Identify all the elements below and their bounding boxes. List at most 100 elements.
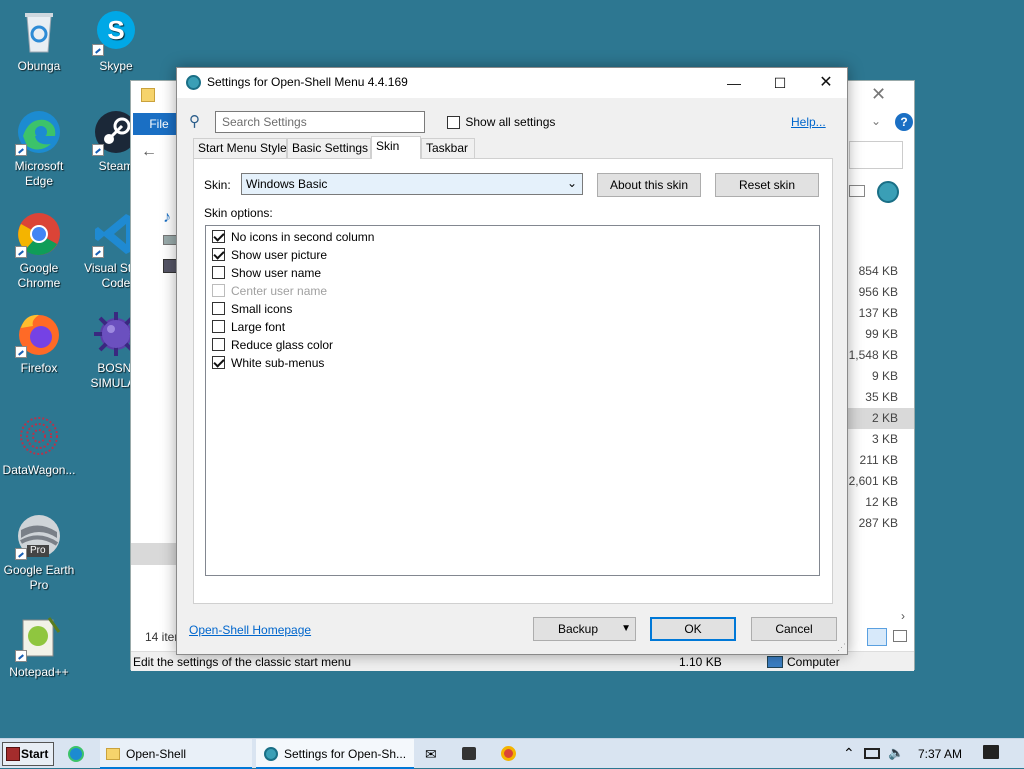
shortcut-arrow-icon	[92, 246, 104, 258]
checkbox[interactable]	[212, 302, 225, 315]
search-icon: ⚲	[189, 113, 200, 130]
music-icon: ♪	[163, 209, 171, 226]
pro-badge: Pro	[27, 545, 49, 557]
show-all-settings-label: Show all settings	[465, 115, 556, 129]
open-shell-icon	[877, 181, 899, 203]
tab-basic-settings[interactable]: Basic Settings	[287, 138, 371, 158]
taskbar-item-open-shell[interactable]: Open-Shell	[100, 739, 252, 769]
preview-pane-icon[interactable]	[849, 185, 865, 197]
desktop-icon-chrome[interactable]: Google Chrome	[1, 210, 77, 291]
option-small-icons[interactable]: Small icons	[212, 300, 292, 318]
shortcut-arrow-icon	[92, 44, 104, 56]
store-icon[interactable]	[462, 747, 476, 760]
desktop-icon-firefox[interactable]: Firefox	[1, 310, 77, 376]
skin-dropdown[interactable]: Windows Basic ⌄	[241, 173, 583, 195]
option-center-user-name: Center user name	[212, 282, 327, 300]
help-link[interactable]: Help...	[791, 115, 826, 129]
close-button[interactable]: ✕	[803, 68, 849, 98]
chevron-up-icon[interactable]: ⌃	[843, 745, 855, 762]
close-icon[interactable]: ✕	[871, 84, 886, 105]
open-shell-icon	[264, 747, 278, 761]
desktop-icon-skype[interactable]: S Skype	[78, 8, 154, 74]
start-logo-icon	[6, 747, 20, 761]
dialog-title: Settings for Open-Shell Menu 4.4.169	[207, 75, 408, 89]
search-settings-input[interactable]: Search Settings	[215, 111, 425, 133]
minimize-button[interactable]: —	[711, 68, 757, 98]
details-view-icon[interactable]	[867, 628, 887, 646]
help-icon[interactable]: ?	[895, 113, 913, 131]
option-large-font[interactable]: Large font	[212, 318, 285, 336]
mail-icon[interactable]: ✉	[425, 746, 437, 763]
resize-grip-icon[interactable]: ⋰	[837, 642, 846, 653]
tab-skin[interactable]: Skin	[371, 136, 421, 159]
checkbox[interactable]	[212, 320, 225, 333]
drive-icon	[163, 235, 177, 245]
option-white-sub-menus[interactable]: White sub-menus	[212, 354, 324, 372]
shortcut-arrow-icon	[15, 548, 27, 560]
cancel-button[interactable]: Cancel	[751, 617, 837, 641]
skin-dropdown-value: Windows Basic	[246, 177, 328, 191]
shortcut-arrow-icon	[15, 144, 27, 156]
folder-icon	[106, 748, 120, 760]
taskbar: Start Open-Shell Settings for Open-Sh...…	[0, 738, 1024, 769]
tab-taskbar[interactable]: Taskbar	[421, 138, 475, 158]
checkbox[interactable]	[212, 266, 225, 279]
computer-icon	[767, 656, 783, 668]
desktop-icon-recycle-bin[interactable]: Obunga	[1, 8, 77, 74]
maximize-button[interactable]: ☐	[757, 68, 803, 98]
explorer-search-box[interactable]	[849, 141, 903, 169]
option-no-icons-second-column[interactable]: No icons in second column	[212, 228, 374, 246]
checkbox[interactable]	[212, 338, 225, 351]
option-reduce-glass-color[interactable]: Reduce glass color	[212, 336, 333, 354]
datawagon-icon	[15, 412, 63, 460]
about-skin-button[interactable]: About this skin	[597, 173, 701, 197]
edge-icon[interactable]	[68, 746, 84, 762]
taskbar-open-shell-label: Open-Shell	[126, 747, 187, 761]
scroll-right-icon[interactable]: ›	[901, 609, 905, 623]
large-icons-view-icon[interactable]	[893, 630, 907, 642]
start-label: Start	[21, 747, 49, 761]
checkbox[interactable]	[212, 248, 225, 261]
status-computer: Computer	[787, 655, 840, 669]
skype-icon: S	[92, 8, 140, 56]
reset-skin-button[interactable]: Reset skin	[715, 173, 819, 197]
desktop-icon-edge[interactable]: Microsoft Edge	[1, 108, 77, 189]
volume-icon[interactable]: 🔈	[888, 745, 904, 761]
back-arrow-icon[interactable]: ←	[141, 143, 157, 161]
checkbox[interactable]	[212, 230, 225, 243]
option-show-user-picture[interactable]: Show user picture	[212, 246, 327, 264]
skin-options-list: No icons in second column Show user pict…	[205, 225, 820, 576]
nav-selected-row	[131, 543, 177, 565]
folder-icon	[141, 88, 155, 102]
taskbar-settings-label: Settings for Open-Sh...	[284, 747, 407, 761]
ok-button[interactable]: OK	[650, 617, 736, 641]
backup-button[interactable]: Backup ▼	[533, 617, 636, 641]
network-icon[interactable]	[864, 748, 880, 759]
recycle-bin-icon	[15, 8, 63, 56]
shortcut-arrow-icon	[15, 246, 27, 258]
video-icon	[163, 259, 177, 273]
notifications-icon[interactable]	[983, 745, 999, 759]
option-show-user-name[interactable]: Show user name	[212, 264, 321, 282]
chevron-down-icon[interactable]: ⌄	[871, 114, 881, 128]
checkbox[interactable]	[212, 356, 225, 369]
desktop-icon-datawagon[interactable]: DataWagon...	[1, 412, 77, 478]
desktop-icon-google-earth[interactable]: Pro Google Earth Pro	[1, 512, 77, 593]
checkbox	[212, 284, 225, 297]
checkbox[interactable]	[447, 116, 460, 130]
open-shell-icon	[186, 75, 201, 90]
shortcut-arrow-icon	[92, 144, 104, 156]
show-all-settings-checkbox[interactable]: Show all settings	[447, 115, 556, 130]
firefox-icon	[15, 310, 63, 358]
tab-start-menu-style[interactable]: Start Menu Style	[193, 138, 287, 158]
chrome-icon[interactable]	[501, 746, 516, 761]
desktop-icon-notepad-plus-plus[interactable]: Notepad++	[1, 614, 77, 680]
taskbar-item-settings[interactable]: Settings for Open-Sh...	[256, 739, 414, 769]
clock[interactable]: 7:37 AM	[918, 747, 962, 761]
dialog-titlebar: Settings for Open-Shell Menu 4.4.169 — ☐…	[177, 68, 847, 98]
svg-text:S: S	[107, 15, 124, 45]
open-shell-homepage-link[interactable]: Open-Shell Homepage	[189, 623, 311, 637]
start-button[interactable]: Start	[2, 742, 54, 766]
chrome-icon	[15, 210, 63, 258]
settings-dialog: Settings for Open-Shell Menu 4.4.169 — ☐…	[176, 67, 848, 655]
